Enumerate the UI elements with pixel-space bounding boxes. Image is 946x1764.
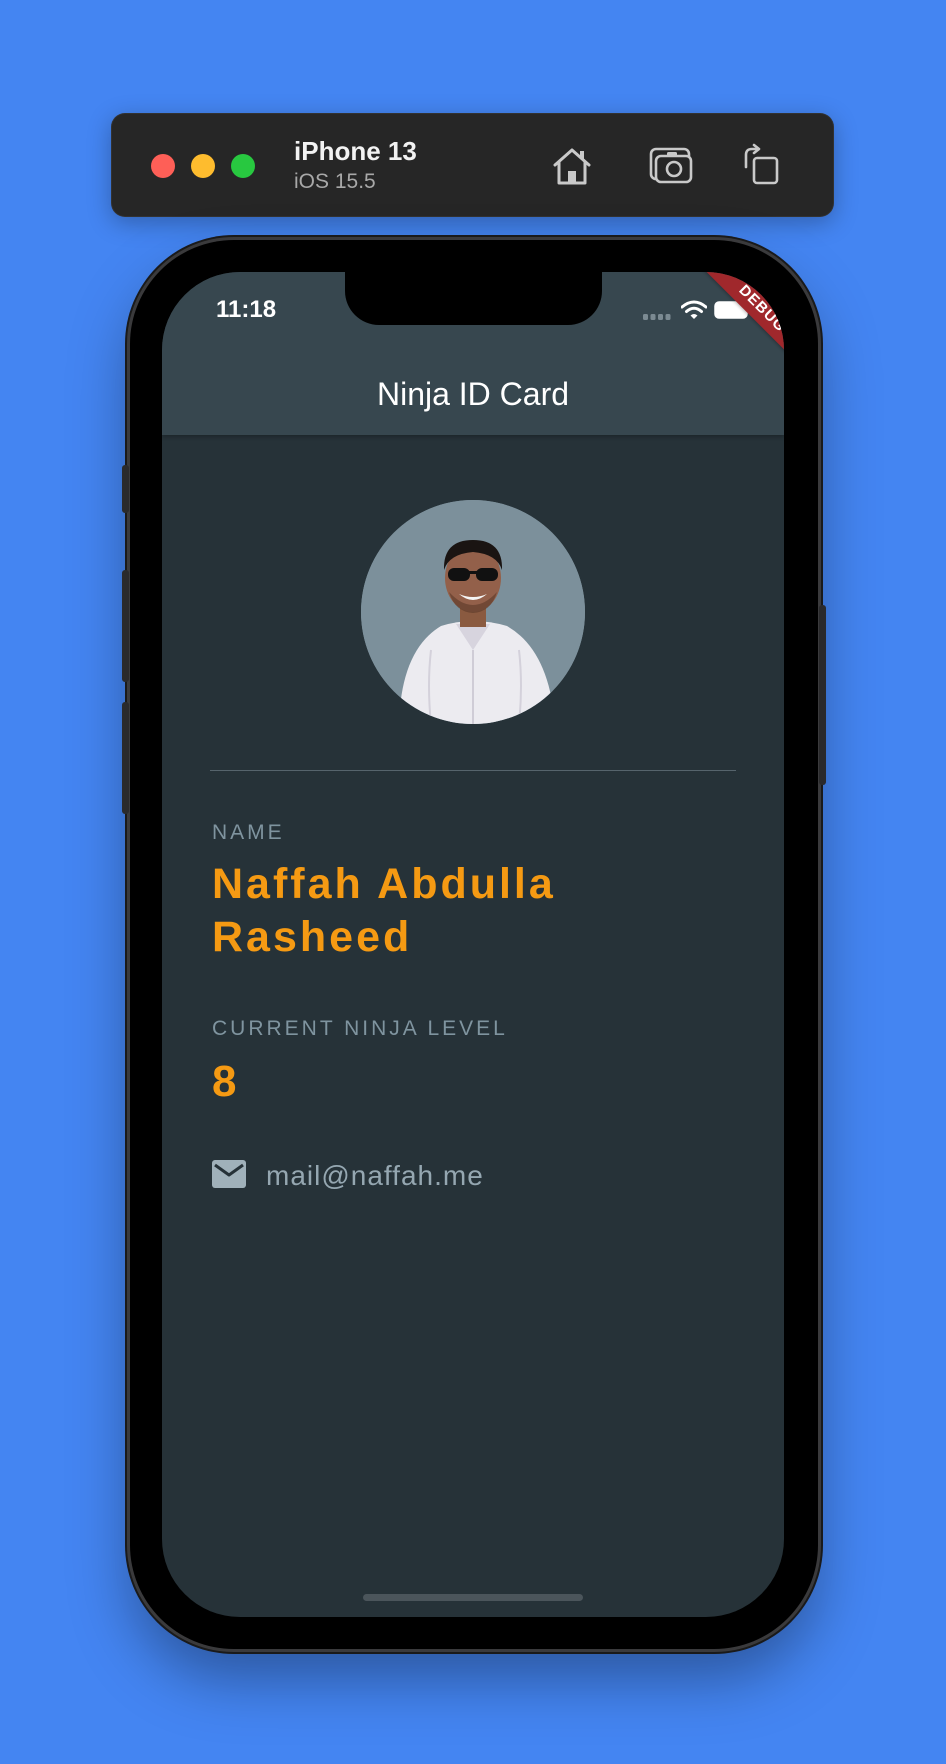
rotate-button[interactable] [738,143,784,189]
app-screen: 11:18 Ninja ID Card DEBUG NAME Naffah Ab… [162,272,784,1617]
mute-switch [122,465,129,513]
camera-notch [345,272,602,325]
minimize-window-button[interactable] [191,154,215,178]
home-indicator[interactable] [363,1594,583,1601]
home-icon [553,148,591,185]
device-os-version: iOS 15.5 [294,170,376,193]
power-button [819,605,826,785]
volume-up-button [122,570,129,682]
ninja-level-label: CURRENT NINJA LEVEL [212,1017,508,1040]
close-window-button[interactable] [151,154,175,178]
cellular-signal-icon [643,314,671,320]
home-button[interactable] [549,143,595,189]
screenshot-icon [649,147,693,184]
ninja-level-value: 8 [212,1057,240,1106]
name-value: Naffah Abdulla Rasheed [212,860,556,961]
rotate-icon [744,143,779,185]
volume-down-button [122,702,129,814]
status-time: 11:18 [216,296,277,323]
simulator-toolbar: iPhone 13 iOS 15.5 [111,113,834,217]
app-bar-title: Ninja ID Card [376,376,570,412]
wifi-icon [681,300,707,319]
profile-avatar [361,500,585,724]
device-name: iPhone 13 [294,136,417,166]
email-icon [212,1160,246,1188]
iphone-frame: 11:18 Ninja ID Card DEBUG NAME Naffah Ab… [122,240,826,1649]
screenshot-button[interactable] [648,143,694,189]
app-bar: 11:18 Ninja ID Card [162,272,784,435]
profile-photo [361,500,585,724]
zoom-window-button[interactable] [231,154,255,178]
battery-icon [714,301,751,319]
name-label: NAME [212,821,285,844]
email-address[interactable]: mail@naffah.me [266,1160,484,1192]
section-divider [210,770,736,771]
